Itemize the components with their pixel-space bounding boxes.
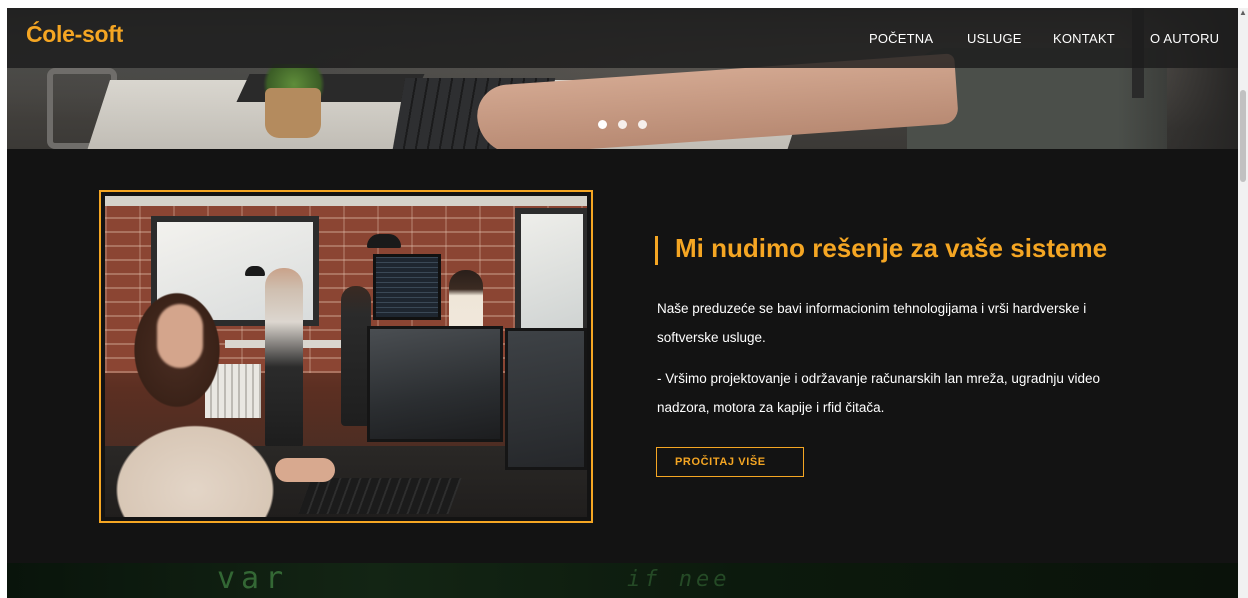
nav-link-o-autoru[interactable]: O AUTORU	[1150, 31, 1219, 46]
feature-heading: Mi nudimo rešenje za vaše sisteme	[675, 233, 1108, 263]
nav-link-usluge[interactable]: USLUGE	[967, 31, 1022, 46]
page-scrollbar[interactable]: ▲	[1238, 8, 1248, 598]
photo-wall-screen	[373, 254, 441, 320]
top-navbar: Ćole-soft POČETNA USLUGE KONTAKT O AUTOR…	[7, 8, 1238, 68]
nav-link-kontakt[interactable]: KONTAKT	[1053, 31, 1115, 46]
slider-dot-3[interactable]	[638, 120, 647, 129]
photo-keyboard	[298, 478, 462, 514]
feature-paragraph-2: - Vršimo projektovanje i održavanje raču…	[657, 371, 1100, 415]
feature-image-frame	[99, 190, 593, 523]
scrollbar-thumb[interactable]	[1240, 90, 1246, 182]
nav-link-pocetna[interactable]: POČETNA	[869, 31, 933, 46]
office-photo	[105, 196, 587, 517]
photo-pendant-lamp-small	[245, 266, 265, 276]
code-fragment: var	[217, 563, 290, 596]
photo-person-standing-3	[449, 270, 483, 334]
photo-woman-seated	[105, 280, 305, 517]
heading-accent-bar	[655, 236, 658, 265]
photo-monitor-2	[505, 328, 587, 470]
read-more-button[interactable]: PROČITAJ VIŠE	[656, 447, 804, 477]
photo-monitor	[367, 326, 503, 442]
feature-paragraph-1: Naše preduzeće se bavi informacionim teh…	[657, 301, 1087, 345]
photo-pendant-lamp	[367, 234, 401, 248]
photo-hand	[275, 458, 335, 482]
browser-top-strip	[0, 0, 1248, 8]
page-viewport: Ćole-soft POČETNA USLUGE KONTAKT O AUTOR…	[7, 8, 1238, 598]
code-fragment-2: if nee	[627, 567, 731, 592]
next-section-preview: var if nee	[7, 563, 1238, 598]
slider-dot-1[interactable]	[598, 120, 607, 129]
photo-ceiling	[105, 196, 587, 206]
photo-woman-face	[157, 304, 203, 368]
hero-plant-pot	[265, 88, 321, 138]
photo-window-right	[515, 208, 587, 336]
chevron-up-icon[interactable]: ▲	[1239, 8, 1247, 18]
slider-dot-2[interactable]	[618, 120, 627, 129]
feature-section: Mi nudimo rešenje za vaše sisteme Naše p…	[7, 149, 1238, 563]
site-logo[interactable]: Ćole-soft	[26, 21, 123, 48]
